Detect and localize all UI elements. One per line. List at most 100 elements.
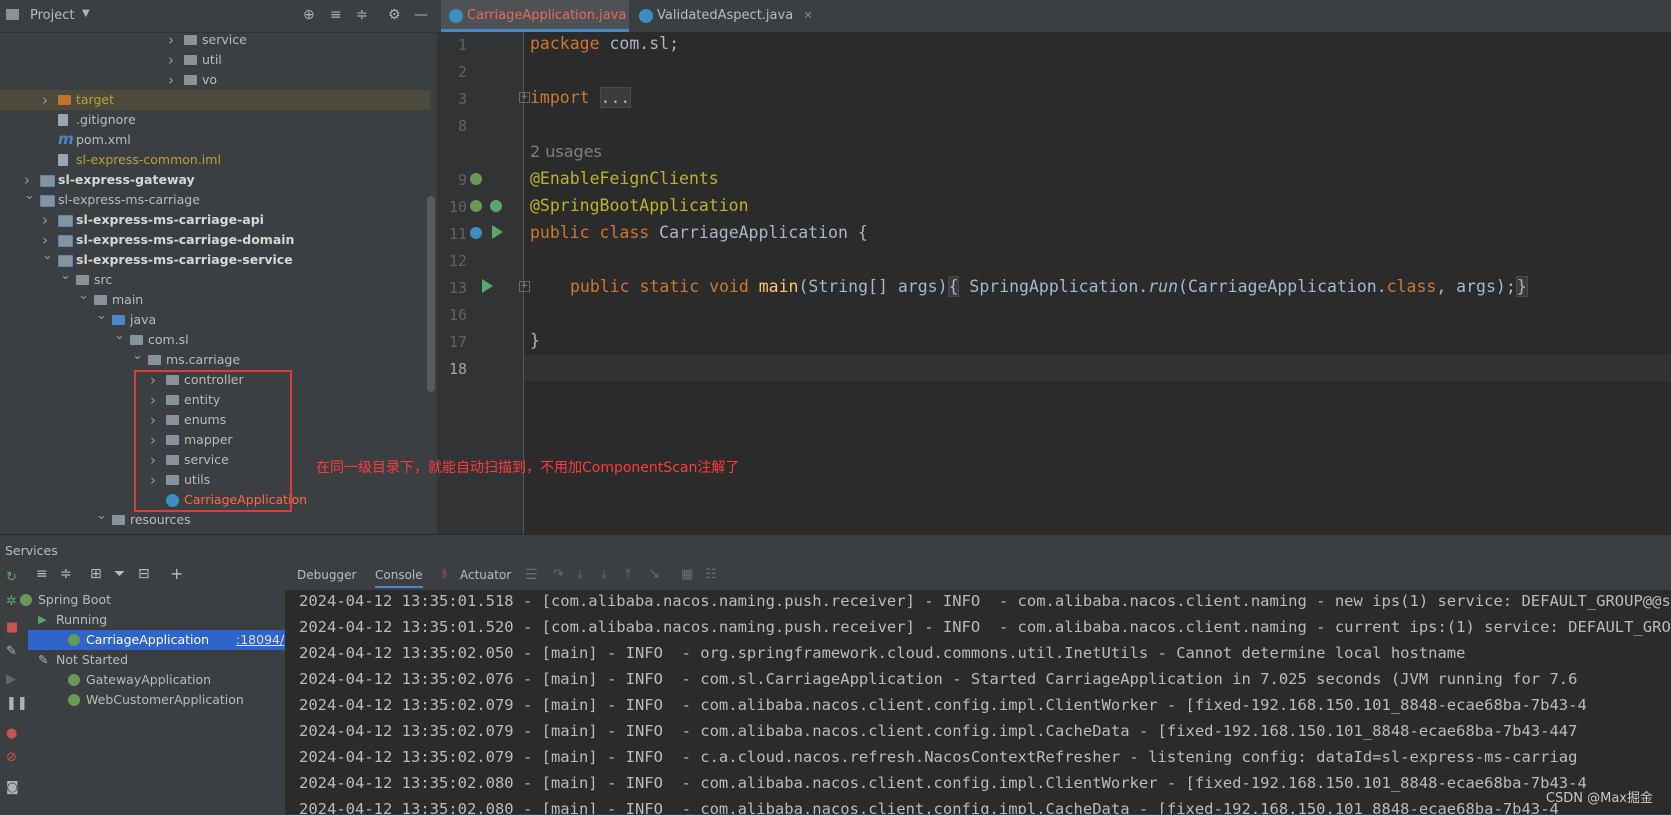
tree-item[interactable]: sl-express-common.iml — [0, 150, 430, 170]
chevron-right-icon[interactable]: › — [168, 30, 174, 50]
console-line: 2024-04-12 13:35:02.080 - [main] - INFO … — [299, 774, 1587, 792]
expand-all-icon[interactable]: ≡ — [330, 7, 342, 23]
tree-item[interactable]: › service — [0, 30, 430, 50]
console-line: 2024-04-12 13:35:02.079 - [main] - INFO … — [299, 748, 1578, 766]
chevron-down-icon[interactable]: ⌄ — [78, 286, 89, 306]
file-icon — [58, 114, 68, 126]
line-number: 13 — [448, 279, 467, 297]
trace-icon[interactable]: ☷ — [705, 567, 717, 582]
module-icon — [58, 215, 73, 227]
wrench-icon: ✎ — [38, 652, 49, 667]
tree-item[interactable]: .gitignore — [0, 110, 430, 130]
tree-item-label: sl-express-ms-carriage-service — [76, 252, 293, 267]
tree-item[interactable]: m pom.xml — [0, 130, 430, 150]
service-label: Running — [56, 612, 108, 627]
tree-item[interactable]: › target — [0, 90, 430, 110]
current-line-highlight — [523, 355, 1671, 381]
tree-item[interactable]: ⌄ main — [0, 288, 430, 310]
tab-validated-aspect[interactable]: ValidatedAspect.java ✕ — [631, 0, 835, 32]
tab-label: CarriageApplication.java — [467, 8, 627, 23]
check-icon[interactable] — [490, 200, 502, 212]
chevron-right-icon[interactable]: › — [42, 90, 48, 110]
line-number: 18 — [448, 360, 467, 378]
tab-console[interactable]: Console — [375, 568, 423, 588]
project-icon — [6, 9, 19, 20]
locate-icon[interactable]: ⊕ — [303, 7, 315, 23]
tree-item[interactable]: › sl-express-ms-carriage-api — [0, 210, 430, 230]
tree-item[interactable]: ⌄ src — [0, 268, 430, 290]
tree-item[interactable]: ⌄ java — [0, 308, 430, 330]
console-line: 2024-04-12 13:35:01.520 - [com.alibaba.n… — [299, 618, 1671, 636]
gear-icon[interactable]: ⚙ — [388, 7, 401, 23]
tree-item[interactable]: › vo — [0, 70, 430, 90]
chevron-down-icon[interactable]: ⌄ — [132, 346, 143, 366]
run-icon[interactable] — [482, 279, 493, 293]
wrench-icon[interactable]: ✎ — [6, 644, 17, 659]
project-title[interactable]: Project — [30, 8, 74, 23]
spring-bean-icon[interactable] — [470, 173, 482, 185]
usages-hint[interactable]: 2 usages — [530, 142, 602, 161]
editor-tab-bar: CarriageApplication.java ✕ ValidatedAspe… — [437, 0, 1671, 54]
import-fold[interactable]: ... — [599, 87, 632, 108]
force-step-into-icon[interactable]: ⤓ — [601, 567, 607, 582]
chevron-down-icon[interactable]: ⌄ — [114, 326, 125, 346]
breakpoints-icon[interactable]: ● — [6, 726, 17, 741]
console-output[interactable]: 2024-04-12 13:35:01.518 - [com.alibaba.n… — [285, 590, 1671, 814]
chevron-down-icon[interactable]: ▼ — [82, 8, 90, 19]
spring-boot-icon — [20, 594, 32, 606]
port-link[interactable]: :18094/ — [236, 630, 284, 650]
tree-item[interactable]: ⌄ com.sl — [0, 328, 430, 350]
code-line-3: import ... — [530, 87, 632, 108]
actuator-icon: ⚕ — [441, 567, 449, 582]
minimize-icon[interactable]: — — [414, 7, 428, 23]
rerun-icon[interactable]: ↻ — [6, 570, 17, 585]
evaluate-icon[interactable]: ▦ — [681, 567, 693, 582]
code-line-9: @EnableFeignClients — [530, 169, 719, 188]
tree-item[interactable]: ⌄ resources — [0, 508, 430, 530]
debug-icon[interactable]: ✲ — [6, 594, 17, 609]
tree-item[interactable]: ⌄ sl-express-ms-carriage — [0, 188, 430, 210]
camera-icon[interactable]: ◙ — [6, 780, 19, 795]
chevron-down-icon[interactable]: ⌄ — [96, 506, 107, 526]
add-icon[interactable]: + — [170, 564, 183, 583]
step-out-icon[interactable]: ⤒ — [625, 567, 631, 582]
filter-icon[interactable]: ⏷ — [114, 566, 125, 582]
folder-icon — [148, 355, 161, 365]
chevron-down-icon[interactable]: ⌄ — [42, 246, 53, 266]
chevron-right-icon[interactable]: › — [168, 70, 174, 90]
resume-icon[interactable]: ▶ — [6, 672, 16, 687]
step-over-icon[interactable]: ↷ — [553, 567, 564, 582]
tab-carriage-application[interactable]: CarriageApplication.java ✕ — [441, 0, 629, 54]
group-icon[interactable]: ⊞ — [90, 566, 102, 582]
tree-item[interactable]: ⌄ ms.carriage — [0, 348, 430, 370]
service-tree-item[interactable]: CarriageApplication:18094/ — [28, 630, 285, 650]
chevron-down-icon[interactable]: ⌄ — [24, 186, 35, 206]
spring-bean-icon[interactable] — [470, 200, 482, 212]
spring-boot-icon[interactable] — [470, 227, 482, 239]
tree-item-label: sl-express-gateway — [58, 172, 195, 187]
tree-item[interactable]: › sl-express-gateway — [0, 170, 430, 190]
chevron-right-icon[interactable]: › — [42, 210, 48, 230]
menu-icon[interactable]: ☰ — [525, 567, 538, 583]
chevron-down-icon[interactable]: ⌄ — [96, 306, 107, 326]
expand-all-icon[interactable]: ≡ — [36, 566, 48, 582]
mute-breakpoints-icon[interactable]: ⊘ — [6, 750, 17, 765]
pause-icon[interactable]: ❚❚ — [6, 696, 28, 711]
step-into-icon[interactable]: ⤓ — [577, 567, 583, 582]
run-icon[interactable] — [492, 225, 503, 239]
new-tab-icon[interactable]: ⊟ — [138, 566, 150, 582]
stop-icon[interactable]: ■ — [6, 620, 18, 635]
tab-debugger[interactable]: Debugger — [297, 568, 356, 582]
tab-actuator[interactable]: Actuator — [460, 568, 511, 582]
chevron-down-icon[interactable]: ⌄ — [60, 266, 71, 286]
project-scrollbar[interactable] — [427, 196, 435, 392]
collapse-all-icon[interactable]: ≑ — [356, 7, 368, 23]
chevron-right-icon[interactable]: › — [168, 50, 174, 70]
tree-item[interactable]: › util — [0, 50, 430, 70]
fold-icon[interactable]: + — [519, 281, 530, 292]
collapse-all-icon[interactable]: ≑ — [60, 566, 72, 582]
close-icon[interactable]: ✕ — [803, 9, 812, 22]
fold-icon[interactable]: + — [519, 92, 530, 103]
tree-item[interactable]: › sl-express-ms-carriage-domain — [0, 230, 430, 250]
run-to-cursor-icon[interactable]: ↘ — [649, 567, 660, 582]
